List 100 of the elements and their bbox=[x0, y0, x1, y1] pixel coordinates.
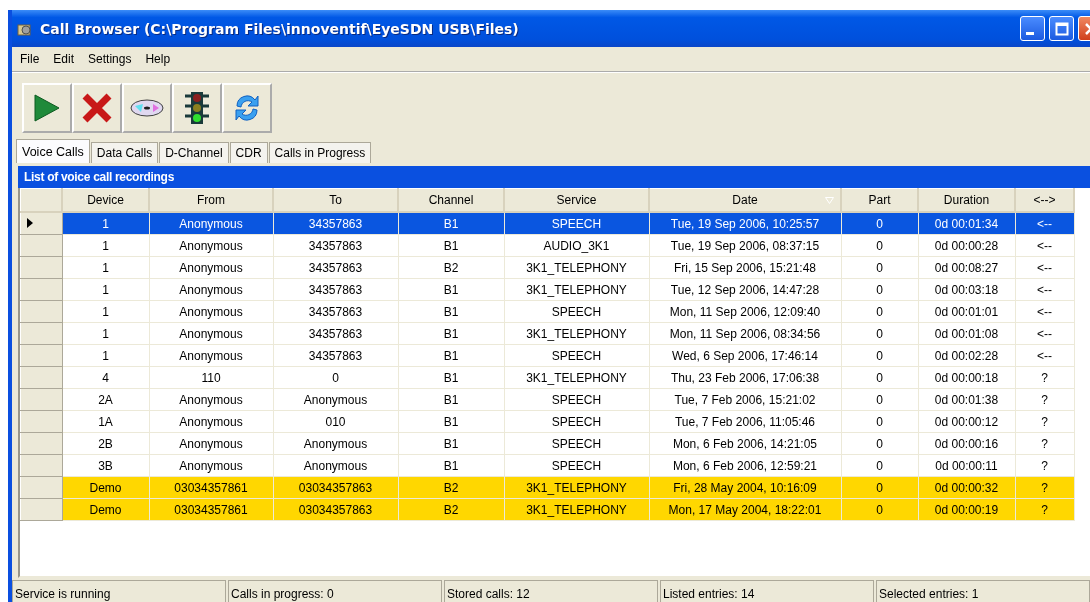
table-cell: SPEECH bbox=[504, 388, 649, 411]
maximize-icon bbox=[1054, 21, 1069, 36]
column-header[interactable]: Date bbox=[649, 188, 841, 212]
table-cell: <-- bbox=[1015, 344, 1074, 367]
column-header[interactable]: Device bbox=[62, 188, 149, 212]
column-header[interactable]: Duration bbox=[918, 188, 1015, 212]
table-cell: 34357863 bbox=[273, 278, 398, 301]
table-cell: B1 bbox=[398, 278, 504, 301]
column-header[interactable]: Service bbox=[504, 188, 649, 212]
column-header[interactable]: From bbox=[149, 188, 273, 212]
status-text: Listed entries: 14 bbox=[660, 580, 874, 602]
traffic-light-button[interactable] bbox=[172, 83, 222, 133]
table-cell: SPEECH bbox=[504, 432, 649, 455]
tab[interactable]: CDR bbox=[229, 142, 268, 163]
table-cell: Anonymous bbox=[273, 454, 398, 477]
delete-button[interactable] bbox=[72, 83, 122, 133]
table-cell: Anonymous bbox=[149, 432, 273, 455]
table-cell: 34357863 bbox=[273, 344, 398, 367]
table-cell: 0 bbox=[841, 432, 918, 455]
table-cell: Wed, 6 Sep 2006, 17:46:14 bbox=[649, 344, 841, 367]
panel-title: List of voice call recordings bbox=[18, 166, 1090, 188]
table-cell: Anonymous bbox=[149, 410, 273, 433]
menu-item[interactable]: Settings bbox=[88, 52, 132, 66]
table-cell: <-- bbox=[1015, 278, 1074, 301]
table-cell: SPEECH bbox=[504, 212, 649, 235]
table-cell: 3K1_TELEPHONY bbox=[504, 498, 649, 521]
table-cell: 0 bbox=[841, 344, 918, 367]
table-cell: 0 bbox=[841, 278, 918, 301]
table-cell: 0d 00:00:16 bbox=[918, 432, 1015, 455]
table-cell: 1 bbox=[62, 322, 149, 345]
table-cell: Mon, 11 Sep 2006, 12:09:40 bbox=[649, 300, 841, 323]
refresh-button[interactable] bbox=[222, 83, 272, 133]
table-cell: Fri, 28 May 2004, 10:16:09 bbox=[649, 476, 841, 499]
table-cell: B1 bbox=[398, 388, 504, 411]
column-header[interactable]: To bbox=[273, 188, 398, 212]
table-cell: Mon, 6 Feb 2006, 14:21:05 bbox=[649, 432, 841, 455]
menu-item[interactable]: Help bbox=[145, 52, 171, 66]
table-cell: ? bbox=[1015, 432, 1074, 455]
column-header[interactable]: Part bbox=[841, 188, 918, 212]
play-button[interactable] bbox=[22, 83, 72, 133]
table-cell: Anonymous bbox=[149, 344, 273, 367]
table-cell: B2 bbox=[398, 256, 504, 279]
table-cell: ? bbox=[1015, 388, 1074, 411]
table-cell: B1 bbox=[398, 454, 504, 477]
table-cell: 0d 00:00:18 bbox=[918, 366, 1015, 389]
table-cell: SPEECH bbox=[504, 300, 649, 323]
table-cell: Anonymous bbox=[149, 212, 273, 235]
table-cell: Anonymous bbox=[149, 322, 273, 345]
table-cell: 0 bbox=[841, 322, 918, 345]
table-cell: 3K1_TELEPHONY bbox=[504, 366, 649, 389]
table-cell: 2A bbox=[62, 388, 149, 411]
table-cell: 0d 00:00:28 bbox=[918, 234, 1015, 257]
table-cell: 0d 00:01:08 bbox=[918, 322, 1015, 345]
maximize-button[interactable] bbox=[1049, 16, 1074, 41]
table-cell: Tue, 12 Sep 2006, 14:47:28 bbox=[649, 278, 841, 301]
table-cell: 0d 00:01:38 bbox=[918, 388, 1015, 411]
table-cell: 1 bbox=[62, 234, 149, 257]
table-cell: 1 bbox=[62, 278, 149, 301]
column-header[interactable]: <--> bbox=[1015, 188, 1074, 212]
table-cell: 0 bbox=[841, 410, 918, 433]
table-cell: 3B bbox=[62, 454, 149, 477]
table-cell: Anonymous bbox=[273, 432, 398, 455]
table-cell: <-- bbox=[1015, 322, 1074, 345]
menu-item[interactable]: File bbox=[20, 52, 40, 66]
table-cell: 2B bbox=[62, 432, 149, 455]
minimize-icon bbox=[1025, 32, 1034, 35]
table-cell: B1 bbox=[398, 234, 504, 257]
table-cell: 0d 00:03:18 bbox=[918, 278, 1015, 301]
row-header[interactable] bbox=[20, 212, 62, 235]
table-cell: B1 bbox=[398, 344, 504, 367]
table-cell: SPEECH bbox=[504, 410, 649, 433]
table-cell: Anonymous bbox=[149, 454, 273, 477]
table-cell: 34357863 bbox=[273, 256, 398, 279]
table-cell: Thu, 23 Feb 2006, 17:06:38 bbox=[649, 366, 841, 389]
status-text: Service is running bbox=[12, 580, 226, 602]
tab[interactable]: Data Calls bbox=[90, 142, 159, 163]
table-cell: ? bbox=[1015, 454, 1074, 477]
table-cell: Tue, 19 Sep 2006, 08:37:15 bbox=[649, 234, 841, 257]
table-cell: <-- bbox=[1015, 300, 1074, 323]
table-cell: 0d 00:08:27 bbox=[918, 256, 1015, 279]
tab[interactable]: Voice Calls bbox=[16, 139, 90, 163]
column-header[interactable]: Channel bbox=[398, 188, 504, 212]
minimize-button[interactable] bbox=[1020, 16, 1045, 41]
table-cell: ? bbox=[1015, 410, 1074, 433]
disc-button[interactable] bbox=[122, 83, 172, 133]
table-cell: Tue, 7 Feb 2006, 15:21:02 bbox=[649, 388, 841, 411]
table-cell: B1 bbox=[398, 432, 504, 455]
tab[interactable]: Calls in Progress bbox=[268, 142, 372, 163]
table-cell: 1A bbox=[62, 410, 149, 433]
status-text: Selected entries: 1 bbox=[876, 580, 1090, 602]
table-cell: Anonymous bbox=[149, 278, 273, 301]
table-cell: B1 bbox=[398, 366, 504, 389]
table-cell: 34357863 bbox=[273, 234, 398, 257]
table-cell: Anonymous bbox=[149, 300, 273, 323]
status-text: Calls in progress: 0 bbox=[228, 580, 442, 602]
table-cell: 0d 00:00:12 bbox=[918, 410, 1015, 433]
menu-item[interactable]: Edit bbox=[53, 52, 75, 66]
table-cell: 010 bbox=[273, 410, 398, 433]
table-cell: 34357863 bbox=[273, 212, 398, 235]
tab[interactable]: D-Channel bbox=[159, 142, 229, 163]
